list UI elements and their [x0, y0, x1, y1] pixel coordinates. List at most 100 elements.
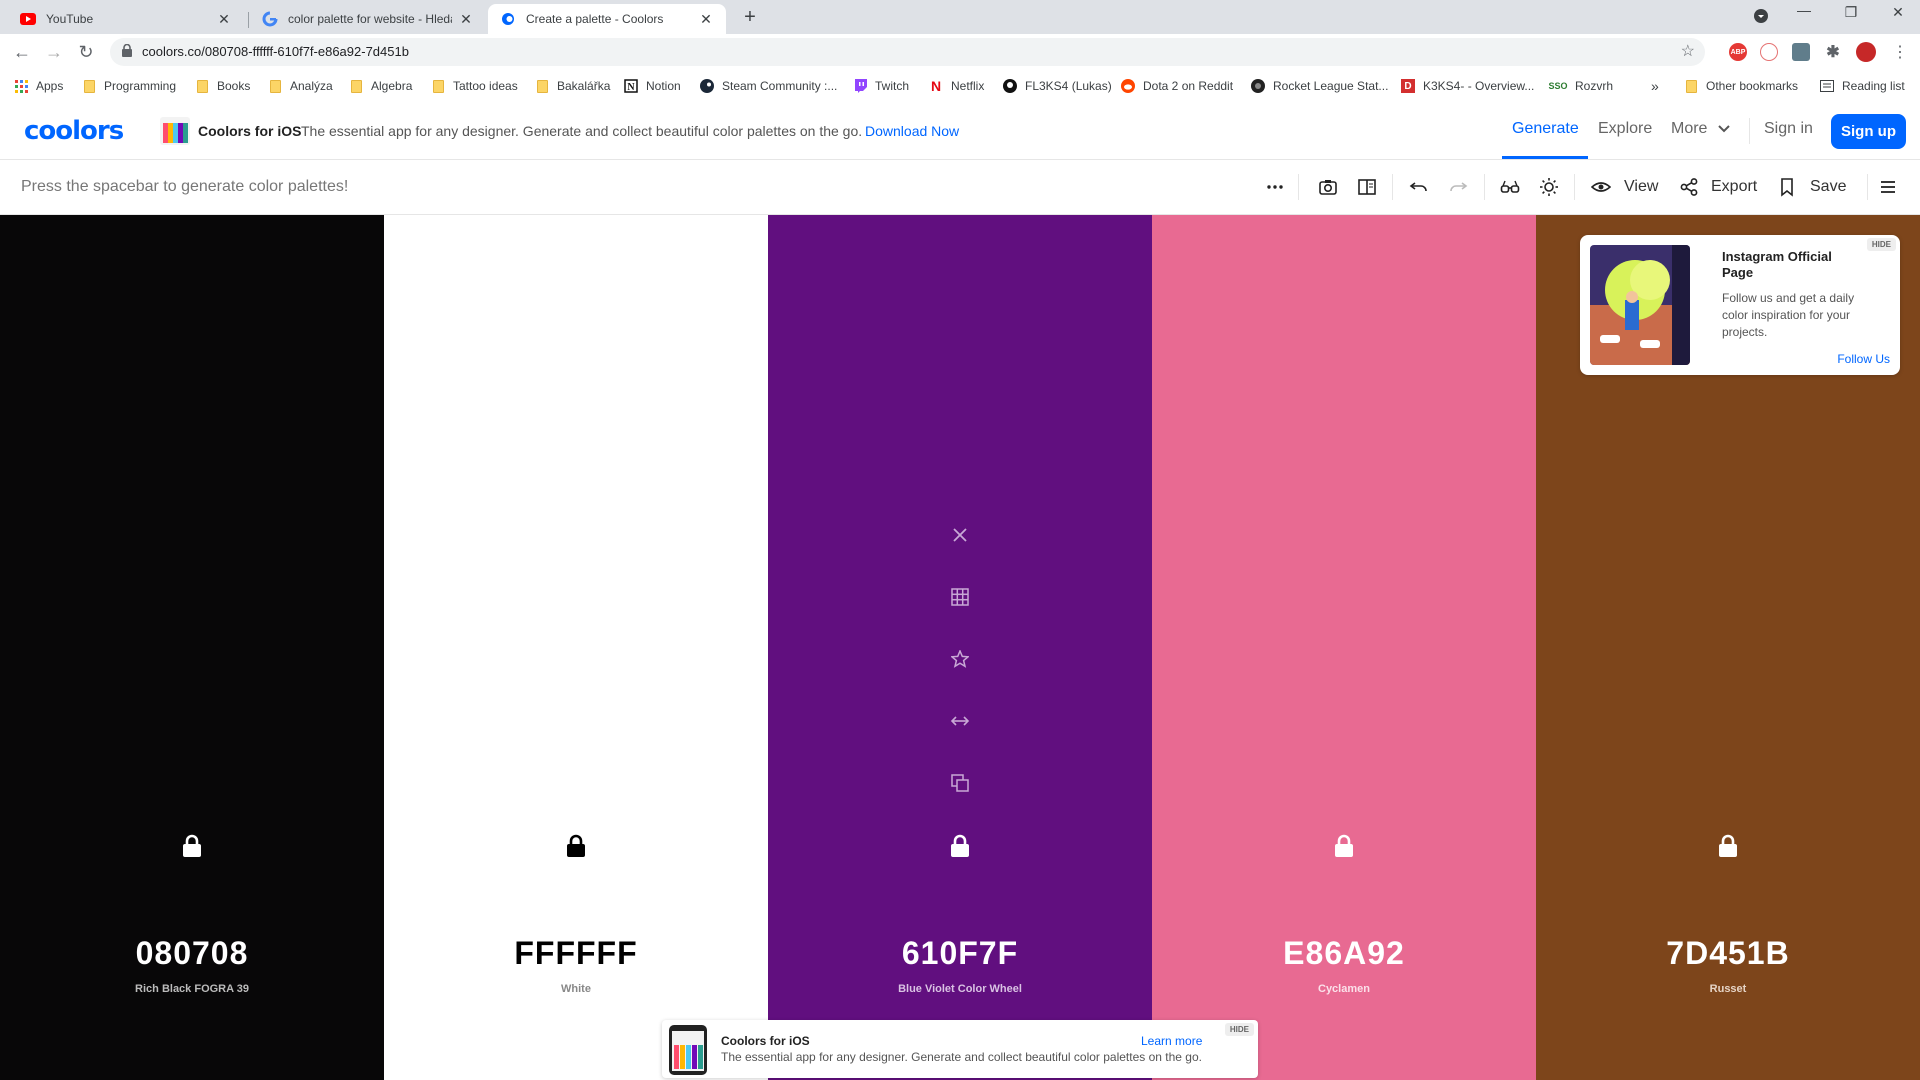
redo-icon[interactable] — [1446, 175, 1470, 199]
hex-code[interactable]: E86A92 — [1152, 935, 1536, 972]
folder-icon — [431, 79, 445, 93]
side-panel-icon[interactable] — [1355, 175, 1379, 199]
promo-text: The essential app for any designer. Gene… — [301, 123, 863, 139]
export-button[interactable]: Export — [1711, 178, 1757, 196]
camera-icon[interactable] — [1316, 175, 1340, 199]
share-icon[interactable] — [1677, 175, 1701, 199]
eye-icon[interactable] — [1589, 175, 1613, 199]
bookmark-programming[interactable]: Programming — [82, 78, 176, 94]
favorite-star-icon[interactable] — [950, 649, 970, 669]
other-bookmarks[interactable]: Other bookmarks — [1684, 78, 1798, 94]
bookmark-star-icon[interactable]: ☆ — [1681, 41, 1695, 61]
new-tab-button[interactable]: + — [738, 6, 762, 29]
color-swatch[interactable]: 080708 Rich Black FOGRA 39 — [0, 215, 384, 1080]
bookmark-label: Other bookmarks — [1706, 79, 1799, 93]
extension-icon[interactable] — [1792, 43, 1810, 61]
bookmark-apps[interactable]: Apps — [14, 78, 63, 94]
lock-icon[interactable] — [950, 834, 970, 858]
youtube-icon — [20, 11, 36, 27]
address-bar[interactable]: coolors.co/080708-ffffff-610f7f-e86a92-7… — [110, 38, 1705, 66]
tab-coolors[interactable]: Create a palette - Coolors ✕ — [488, 4, 726, 34]
learn-more-link[interactable]: Learn more — [1141, 1034, 1202, 1048]
nav-more[interactable]: More — [1671, 120, 1730, 138]
hex-code[interactable]: 7D451B — [1536, 935, 1920, 972]
save-button[interactable]: Save — [1810, 178, 1846, 196]
close-tab-icon[interactable]: ✕ — [216, 11, 232, 28]
bookmark-rocket-league[interactable]: Rocket League Stat... — [1251, 78, 1388, 94]
bookmark-books[interactable]: Books — [195, 78, 250, 94]
bookmark-github[interactable]: FL3KS4 (Lukas) — [1003, 78, 1112, 94]
lock-icon[interactable] — [566, 834, 586, 858]
undo-icon[interactable] — [1407, 175, 1431, 199]
reading-list[interactable]: Reading list — [1820, 78, 1905, 94]
instagram-ad-card[interactable]: Instagram Official Page Follow us and ge… — [1580, 235, 1900, 375]
copy-icon[interactable] — [950, 773, 970, 793]
nav-explore[interactable]: Explore — [1598, 120, 1652, 138]
bookmark-label: Books — [217, 79, 251, 93]
coolors-logo[interactable]: coolors — [24, 116, 124, 146]
site-header: coolors Coolors for iOS The essential ap… — [0, 102, 1920, 160]
divider — [1749, 118, 1750, 144]
brightness-icon[interactable] — [1537, 175, 1561, 199]
color-swatch[interactable]: FFFFFF White — [384, 215, 768, 1080]
lock-icon[interactable] — [1718, 834, 1738, 858]
adblock-icon[interactable]: ABP — [1729, 43, 1747, 61]
color-swatch[interactable]: E86A92 Cyclamen — [1152, 215, 1536, 1080]
bookmark-k3ks4[interactable]: D K3KS4- - Overview... — [1401, 78, 1534, 94]
bookmark-notion[interactable]: N Notion — [624, 78, 681, 94]
puzzle-icon[interactable]: ✱ — [1824, 43, 1842, 61]
lock-icon — [122, 43, 132, 62]
hex-code[interactable]: 080708 — [0, 935, 384, 972]
view-button[interactable]: View — [1624, 178, 1658, 196]
back-icon[interactable]: ← — [10, 42, 34, 63]
lock-icon[interactable] — [182, 834, 202, 858]
bookmark-rozvrh[interactable]: SSO Rozvrh — [1549, 78, 1614, 94]
sign-up-button[interactable]: Sign up — [1831, 114, 1906, 149]
bottom-promo-banner[interactable]: Coolors for iOS The essential app for an… — [662, 1020, 1258, 1078]
forward-icon[interactable]: → — [42, 42, 66, 63]
drag-arrows-icon[interactable] — [950, 711, 970, 731]
reload-icon[interactable]: ↻ — [74, 42, 98, 63]
lock-icon[interactable] — [1334, 834, 1354, 858]
more-options-icon[interactable] — [1263, 175, 1287, 199]
hex-code[interactable]: 610F7F — [768, 935, 1152, 972]
bookmark-reddit[interactable]: Dota 2 on Reddit — [1121, 78, 1233, 94]
hide-ad-button[interactable]: HIDE — [1866, 238, 1896, 251]
bookmark-analyza[interactable]: Analýza — [268, 78, 333, 94]
window-close-icon[interactable]: ✕ — [1878, 4, 1918, 21]
bookmark-algebra[interactable]: Algebra — [349, 78, 412, 94]
profile-avatar[interactable] — [1856, 42, 1876, 62]
rocketleague-icon — [1251, 79, 1265, 93]
close-tab-icon[interactable]: ✕ — [698, 11, 714, 28]
hide-promo-button[interactable]: HIDE — [1224, 1023, 1254, 1036]
extension-icon[interactable] — [1760, 43, 1778, 61]
shades-grid-icon[interactable] — [950, 587, 970, 607]
bookmark-steam[interactable]: Steam Community :... — [700, 78, 837, 94]
bookmark-twitch[interactable]: Twitch — [853, 78, 909, 94]
follow-us-link[interactable]: Follow Us — [1837, 352, 1890, 366]
bookmark-netflix[interactable]: N Netflix — [929, 78, 984, 94]
close-icon[interactable] — [950, 525, 970, 545]
glasses-icon[interactable] — [1498, 175, 1522, 199]
tab-youtube[interactable]: YouTube ✕ — [8, 4, 244, 34]
ios-app-icon — [160, 117, 190, 145]
bookmark-bakalarka[interactable]: Bakalářka — [535, 78, 610, 94]
bookmark-tattoo-ideas[interactable]: Tattoo ideas — [431, 78, 518, 94]
nav-generate[interactable]: Generate — [1512, 120, 1579, 138]
hex-code[interactable]: FFFFFF — [384, 935, 768, 972]
chevron-down-icon — [1718, 120, 1730, 138]
bookmark-icon[interactable] — [1775, 175, 1799, 199]
hamburger-menu-icon[interactable] — [1876, 175, 1900, 199]
sign-in-link[interactable]: Sign in — [1764, 120, 1813, 138]
bookmark-label: Notion — [646, 79, 681, 93]
minimize-icon[interactable]: — — [1784, 2, 1824, 18]
color-swatch[interactable]: 610F7F Blue Violet Color Wheel — [768, 215, 1152, 1080]
tab-google-search[interactable]: color palette for website - Hledat ✕ — [250, 4, 486, 34]
download-now-link[interactable]: Download Now — [865, 123, 959, 139]
profile-dropdown-icon[interactable] — [1741, 4, 1781, 27]
chrome-menu-icon[interactable]: ⋮ — [1888, 42, 1912, 62]
more-bookmarks-button[interactable]: » — [1651, 78, 1659, 94]
github-icon — [1003, 79, 1017, 93]
restore-icon[interactable]: ❐ — [1831, 4, 1871, 21]
close-tab-icon[interactable]: ✕ — [458, 11, 474, 28]
